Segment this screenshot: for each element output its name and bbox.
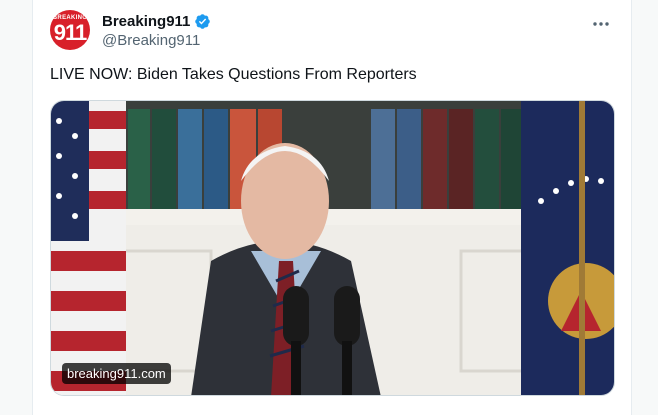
source-link-badge[interactable]: breaking911.com: [62, 363, 171, 384]
more-horizontal-icon[interactable]: [589, 12, 613, 36]
avatar-number: 911: [53, 20, 88, 45]
display-name[interactable]: Breaking911: [102, 13, 190, 30]
tweet-header: BREAKING 911 Breaking911 @Breaking911: [33, 8, 631, 56]
tweet-card[interactable]: BREAKING 911 Breaking911 @Breaking911 LI…: [32, 0, 632, 415]
avatar[interactable]: BREAKING 911: [50, 10, 90, 50]
tweet-media-image[interactable]: breaking911.com: [50, 100, 615, 396]
press-conference-photo: [51, 101, 614, 395]
verified-badge-icon: [194, 13, 211, 30]
name-row: Breaking911: [102, 11, 211, 31]
tweet-text: LIVE NOW: Biden Takes Questions From Rep…: [50, 66, 417, 83]
handle[interactable]: @Breaking911: [102, 32, 200, 49]
